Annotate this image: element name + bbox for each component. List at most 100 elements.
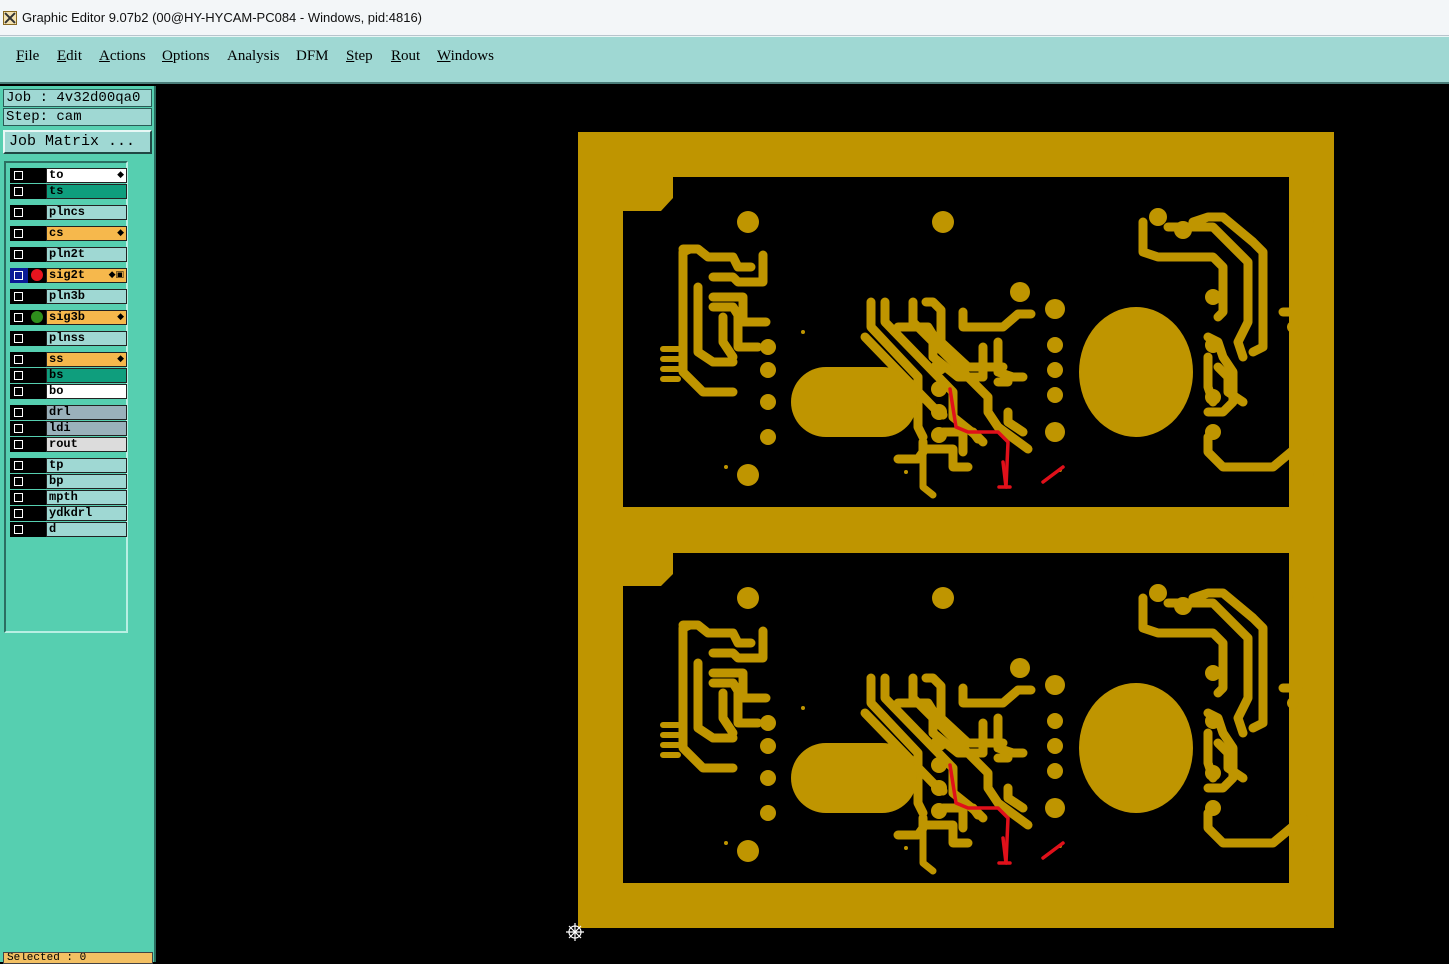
layer-indicator[interactable] [28,268,46,283]
layer-flag-icon: ◆ [117,354,124,364]
layer-row-ts[interactable]: ts [10,184,127,199]
layer-checkbox-icon[interactable] [10,490,28,505]
layer-name[interactable]: plnss [46,331,127,346]
layer-name[interactable]: ydkdrl [46,506,127,521]
layer-name[interactable]: tp [46,458,127,473]
layer-checkbox-icon[interactable] [10,289,28,304]
layer-indicator[interactable] [28,421,46,436]
menu-dfm[interactable]: DFM [293,48,332,65]
layer-row-mpth[interactable]: mpth [10,490,127,505]
layer-row-plncs[interactable]: plncs [10,205,127,220]
menu-rout[interactable]: Rout [388,48,423,65]
pcb-board-top [663,208,1314,495]
layer-row-ydkdrl[interactable]: ydkdrl [10,506,127,521]
layer-checkbox-icon[interactable] [10,226,28,241]
layer-checkbox-icon[interactable] [10,458,28,473]
menu-actions[interactable]: Actions [96,48,149,65]
layer-checkbox-icon[interactable] [10,437,28,452]
layer-indicator[interactable] [28,490,46,505]
layer-checkbox-icon[interactable] [10,384,28,399]
layer-name[interactable]: ss ◆ [46,352,127,367]
layer-indicator[interactable] [28,506,46,521]
app-icon[interactable] [3,11,17,25]
layer-name[interactable]: sig3b ◆ [46,310,127,325]
layer-name[interactable]: pln3b [46,289,127,304]
layer-checkbox-icon[interactable] [10,474,28,489]
layer-indicator[interactable] [28,184,46,199]
layer-checkbox-icon[interactable] [10,310,28,325]
layer-indicator[interactable] [28,368,46,383]
layer-checkbox-icon[interactable] [10,506,28,521]
layer-list[interactable]: to ◆ ts plncs cs ◆ pln2t sig2t ◆▣ pln3b sig3b ◆ plns… [4,161,128,633]
layer-checkbox-icon[interactable] [10,205,28,220]
layer-checkbox-icon[interactable] [10,421,28,436]
layer-indicator[interactable] [28,437,46,452]
layer-checkbox-icon[interactable] [10,368,28,383]
layer-row-plnss[interactable]: plnss [10,331,127,346]
job-matrix-button[interactable]: Job Matrix ... [3,130,152,154]
layer-indicator[interactable] [28,310,46,325]
layer-row-sig3b[interactable]: sig3b ◆ [10,310,127,325]
layer-indicator[interactable] [28,247,46,262]
layer-indicator[interactable] [28,384,46,399]
layer-name[interactable]: to ◆ [46,168,127,183]
layer-name[interactable]: pln2t [46,247,127,262]
layer-row-bs[interactable]: bs [10,368,127,383]
layer-row-ldi[interactable]: ldi [10,421,127,436]
layer-name[interactable]: drl [46,405,127,420]
layer-checkbox-icon[interactable] [10,405,28,420]
menu-windows[interactable]: Windows [434,48,497,65]
pcb-board-bottom [663,584,1314,871]
layer-indicator[interactable] [28,168,46,183]
layer-row-pln3b[interactable]: pln3b [10,289,127,304]
layer-checkbox-icon[interactable] [10,522,28,537]
menu-analysis[interactable]: Analysis [224,48,283,65]
layer-indicator[interactable] [28,226,46,241]
layer-checkbox-icon[interactable] [10,247,28,262]
layer-row-cs[interactable]: cs ◆ [10,226,127,241]
layer-indicator[interactable] [28,522,46,537]
layer-name[interactable]: bp [46,474,127,489]
window-title: Graphic Editor 9.07b2 (00@HY-HYCAM-PC084… [22,10,423,25]
layer-indicator[interactable] [28,289,46,304]
layer-row-sig2t[interactable]: sig2t ◆▣ [10,268,127,283]
layer-name[interactable]: plncs [46,205,127,220]
layer-name[interactable]: mpth [46,490,127,505]
pcb-drawing[interactable] [156,86,1449,962]
layer-checkbox-icon[interactable] [10,168,28,183]
layer-indicator[interactable] [28,474,46,489]
layer-name[interactable]: sig2t ◆▣ [46,268,127,283]
layer-row-bp[interactable]: bp [10,474,127,489]
menu-file[interactable]: File [13,48,42,65]
menu-edit[interactable]: Edit [54,48,85,65]
layer-name[interactable]: rout [46,437,127,452]
layer-row-bo[interactable]: bo [10,384,127,399]
graphic-canvas[interactable] [156,86,1449,962]
layer-name[interactable]: bo [46,384,127,399]
layer-checkbox-icon[interactable] [10,331,28,346]
layer-row-drl[interactable]: drl [10,405,127,420]
menu-step[interactable]: Step [343,48,376,65]
layer-row-pln2t[interactable]: pln2t [10,247,127,262]
layer-indicator[interactable] [28,331,46,346]
layer-row-to[interactable]: to ◆ [10,168,127,183]
layer-checkbox-icon[interactable] [10,268,28,283]
layer-name[interactable]: d [46,522,127,537]
layer-row-tp[interactable]: tp [10,458,127,473]
layer-indicator[interactable] [28,205,46,220]
layer-indicator[interactable] [28,458,46,473]
layer-row-d[interactable]: d [10,522,127,537]
layer-name[interactable]: ts [46,184,127,199]
layer-indicator[interactable] [28,405,46,420]
layer-name[interactable]: bs [46,368,127,383]
layer-indicator[interactable] [28,352,46,367]
layer-checkbox-icon[interactable] [10,352,28,367]
layer-row-rout[interactable]: rout [10,437,127,452]
menu-bar: File Edit Actions Options Analysis DFM S… [0,36,1449,84]
layer-name[interactable]: ldi [46,421,127,436]
layer-name[interactable]: cs ◆ [46,226,127,241]
affected-layer-dot-icon [31,311,43,323]
menu-options[interactable]: Options [159,48,213,65]
layer-row-ss[interactable]: ss ◆ [10,352,127,367]
layer-checkbox-icon[interactable] [10,184,28,199]
